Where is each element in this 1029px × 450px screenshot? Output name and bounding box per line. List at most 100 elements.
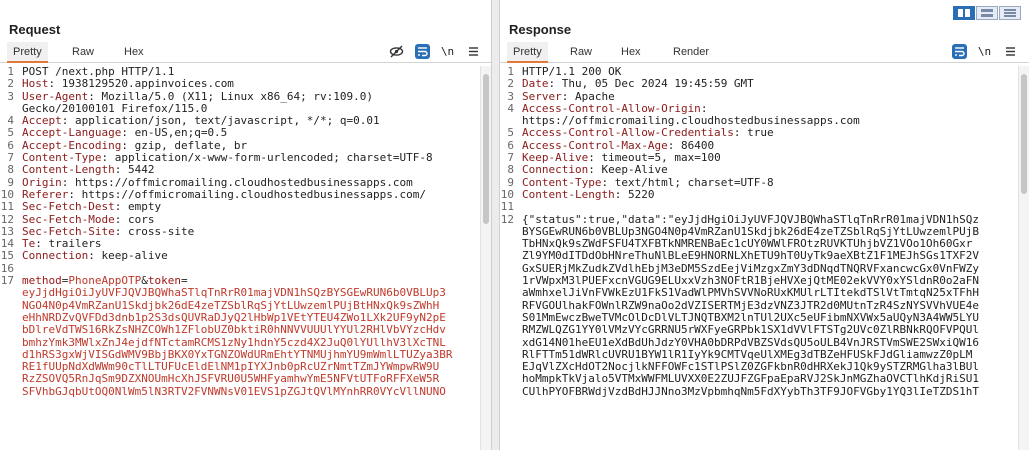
code-line: 13 Sec-Fetch-Site: cross-site — [0, 225, 491, 238]
header-name: Referer — [22, 188, 69, 201]
code-text: TbHNxQk9sZWdFSFU4TXFBTkNMRENBaEc1cUY0WWl… — [522, 238, 1029, 250]
param-value: bDlreVdTWS16RkZsNHZCOWh1ZFlobUZ0bktiR0hN… — [22, 324, 446, 337]
header-name: Origin — [22, 176, 62, 189]
request-tabbar: Pretty Raw Hex \n — [0, 42, 491, 63]
line-number: 8 — [7, 163, 14, 177]
code-text: Content-Length: 5220 — [522, 189, 1029, 201]
header-value: https://offmicromailing.cloudhostedbusin… — [74, 188, 426, 201]
code-text: xdG14N01heEU1eXdBdUhJdzY0VHA0bDRPdVBZSVd… — [522, 337, 1029, 349]
header-value: timeout=5, max=100 — [594, 152, 721, 165]
tab-pretty[interactable]: Pretty — [507, 42, 548, 63]
header-name: Access-Control-Allow-Origin — [522, 102, 701, 115]
line-number: 2 — [7, 77, 14, 91]
tab-hex[interactable]: Hex — [118, 42, 150, 63]
code-text: Sec-Fetch-Site: cross-site — [22, 226, 491, 238]
code-line: 2 Host: 1938129520.appinvoices.com — [0, 77, 491, 91]
code-line: eHhNRDZvQVFDd3dnb1p2S3dsQUVRaDJyQ2lHbWp1… — [0, 312, 491, 324]
menu-icon[interactable] — [466, 44, 481, 59]
param-name: token — [147, 275, 181, 288]
line-text: https://offmicromailing.cloudhostedbusin… — [522, 115, 860, 128]
line-number: 12 — [0, 212, 14, 226]
header-value: 1938129520.appinvoices.com — [55, 78, 234, 91]
header-colon: : — [68, 188, 75, 201]
header-value: Thu, 05 Dec 2024 19:45:59 GMT — [555, 78, 754, 91]
code-text: BYSGEwRUN6b0VBLUp3NGO4N0p4VmRZanU1Skdjbk… — [522, 226, 1029, 238]
code-line: hoMmpkTkVjalo5VTMxWWFMLUVXX0E2ZUJFZGFpaE… — [500, 373, 1029, 385]
code-line: 5 Access-Control-Allow-Credentials: true — [500, 127, 1029, 140]
header-colon: : — [733, 127, 741, 140]
param-value: RE1fUUpNdXdWWm90cTlLTUFUcEldElNM1pIYXJnb… — [22, 361, 440, 374]
line-number — [500, 238, 522, 250]
param-value: eHhNRDZvQVFDd3dnb1p2S3dsQUVRaDJyQ2lHbWp1… — [22, 311, 446, 324]
line-number: 2 — [507, 77, 514, 91]
header-name: Server — [522, 90, 562, 103]
code-line: RMZWLQZG1YY0lVMzVYcGRRNU5rWXFyeGRPbk1SX1… — [500, 324, 1029, 336]
code-text: RzZSOVQ5RnJqSm9DZXNOUmHcXhJSFVRU0U5WHFya… — [22, 373, 491, 385]
code-text: Sec-Fetch-Mode: cors — [22, 214, 491, 226]
code-line: eyJjdHgiOiJyUVFJQVJBQWhaSTlqTnRrR01majVD… — [0, 287, 491, 299]
newline-icon[interactable]: \n — [977, 44, 992, 59]
code-text: POST /next.php HTTP/1.1 — [22, 66, 491, 78]
header-colon: : — [35, 238, 42, 251]
code-text: Server: Apache — [522, 91, 1029, 103]
header-colon: : — [588, 164, 595, 177]
tab-render[interactable]: Render — [667, 42, 715, 63]
request-scroll-thumb[interactable] — [483, 74, 489, 224]
line-number — [0, 324, 22, 336]
tab-raw[interactable]: Raw — [66, 42, 100, 63]
response-editor[interactable]: 1 HTTP/1.1 200 OK 2 Date: Thu, 05 Dec 2024 … — [500, 65, 1029, 450]
line-text: RFVGOUlhakFOWnlRZW9naOo2dVZISERTMjE3dzVN… — [522, 299, 979, 312]
hide-nonprintable-icon[interactable] — [389, 44, 404, 59]
pretty-print-icon[interactable] — [415, 44, 430, 59]
code-line: BYSGEwRUN6b0VBLUp3NGO4N0p4VmRZanU1Skdjbk… — [500, 226, 1029, 238]
code-text: https://offmicromailing.cloudhostedbusin… — [522, 115, 1029, 127]
header-value: 86400 — [674, 139, 715, 152]
request-scrollbar[interactable] — [480, 66, 491, 450]
code-text: Te: trailers — [22, 238, 491, 250]
line-text: RMZWLQZG1YY0lVMzVYcGRRNU5rWXFyeGRPbk1SX1… — [522, 324, 979, 337]
response-scrollbar[interactable] — [1018, 66, 1029, 450]
code-line: 12 {"status":true,"data":"eyJjdHgiOiJyUVF… — [500, 213, 1029, 226]
header-name: Sec-Fetch-Mode — [22, 213, 115, 226]
code-line: xdG14N01heEU1eXdBdUhJdzY0VHA0bDRPdVBZSVd… — [500, 337, 1029, 349]
code-text: {"status":true,"data":"eyJjdHgiOiJyUVFJQ… — [522, 214, 1029, 226]
tab-pretty[interactable]: Pretty — [7, 42, 48, 63]
code-line: aWmhxelJiVnFVWkEzU1FkS1VadWlPMVhSVVNoRUx… — [500, 287, 1029, 299]
pretty-print-icon[interactable] — [952, 44, 967, 59]
line-text: TbHNxQk9sZWdFSFU4TXFBTkNMRENBaEc1cUY0WWl… — [522, 238, 973, 251]
side-by-side-layout-button[interactable] — [953, 6, 975, 20]
line-number — [500, 287, 522, 299]
header-value: cross-site — [121, 225, 195, 238]
header-value: trailers — [41, 238, 102, 251]
header-value: en-US,en;q=0.5 — [127, 127, 228, 140]
code-line: CUlhPYOFBRWdjVzdBdHJJNno3MzVpbmhqNm5FdXY… — [500, 386, 1029, 398]
code-text: Accept-Language: en-US,en;q=0.5 — [22, 127, 491, 139]
line-number — [500, 275, 522, 287]
vertical-layout-button[interactable] — [999, 6, 1021, 20]
code-line: NGO4N0p4VmRZanU1Skdjbk26dE4zeTZSblRqSjYt… — [0, 300, 491, 312]
code-text: RMZWLQZG1YY0lVMzVYcGRRNU5rWXFyeGRPbk1SX1… — [522, 324, 1029, 336]
tab-hex[interactable]: Hex — [615, 42, 647, 63]
header-value: Mozilla/5.0 (X11; Linux x86_64; rv:109.0… — [94, 90, 374, 103]
code-text: GxSUERjMkZudkZVdlhEbjM3eDM5SzdEejViMzgxZ… — [522, 263, 1029, 275]
horizontal-layout-button[interactable] — [976, 6, 998, 20]
menu-icon[interactable] — [1003, 44, 1018, 59]
line-number: 11 — [0, 200, 14, 214]
line-number — [0, 337, 22, 349]
code-line: 14 Te: trailers — [0, 237, 491, 250]
pane-divider[interactable] — [492, 0, 499, 450]
code-line: 4 Accept: application/json, text/javascri… — [0, 114, 491, 128]
code-line: 15 Connection: keep-alive — [0, 250, 491, 263]
code-text: eHhNRDZvQVFDd3dnb1p2S3dsQUVRaDJyQ2lHbWp1… — [22, 312, 491, 324]
header-value: application/json, text/javascript, */*; … — [68, 115, 380, 128]
code-text: Connection: keep-alive — [22, 250, 491, 262]
tab-raw[interactable]: Raw — [564, 42, 598, 63]
response-scroll-thumb[interactable] — [1021, 74, 1027, 194]
code-line: 9 Origin: https://offmicromailing.cloudho… — [0, 176, 491, 189]
code-line: 10 Referer: https://offmicromailing.cloud… — [0, 188, 491, 201]
header-name: Keep-Alive — [522, 152, 589, 165]
request-editor[interactable]: 1 POST /next.php HTTP/1.1 2 Host: 193812952… — [0, 65, 491, 450]
newline-icon[interactable]: \n — [440, 44, 455, 59]
line-text: RlFTTm51dWRlcUVRU1BYW1lR1IyYk9CMTVqeUlXM… — [522, 348, 973, 361]
